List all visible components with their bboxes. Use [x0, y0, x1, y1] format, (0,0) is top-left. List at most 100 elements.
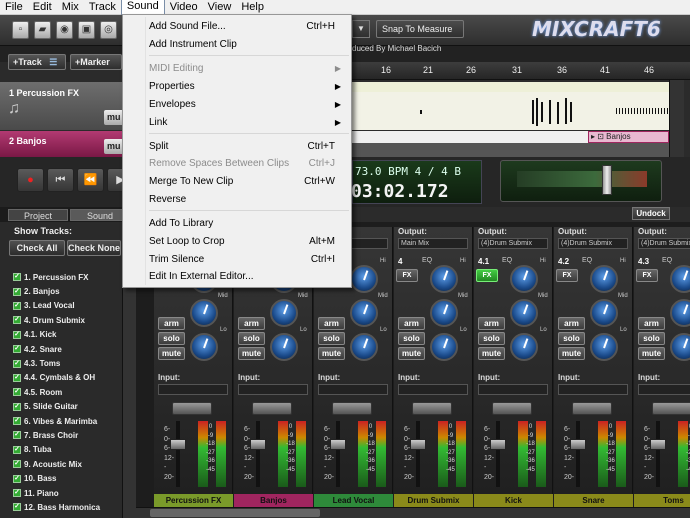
- new-project-icon[interactable]: ▫: [12, 21, 29, 39]
- fader-handle[interactable]: [250, 439, 266, 450]
- solo-button[interactable]: solo: [558, 332, 585, 345]
- list-item[interactable]: ✓ 11. Piano: [13, 486, 122, 500]
- menu-view[interactable]: View: [203, 0, 237, 15]
- solo-button[interactable]: solo: [478, 332, 505, 345]
- output-select[interactable]: (4)Drum Submix: [638, 238, 690, 249]
- input-select[interactable]: [398, 384, 468, 395]
- checkbox-icon[interactable]: ✓: [13, 301, 21, 310]
- go-to-start-button[interactable]: ⏮: [47, 168, 74, 192]
- mute-button[interactable]: mute: [558, 347, 585, 360]
- list-item[interactable]: ✓ 2. Banjos: [13, 284, 122, 298]
- snap-toggle-icon[interactable]: ▼: [352, 20, 370, 38]
- arm-button[interactable]: arm: [318, 317, 345, 330]
- menu-item[interactable]: Set Loop to Crop Alt+M: [149, 233, 349, 250]
- pan-slider[interactable]: [172, 402, 212, 415]
- tab-project[interactable]: Project: [8, 209, 68, 221]
- arm-button[interactable]: arm: [238, 317, 265, 330]
- pan-slider[interactable]: [652, 402, 690, 415]
- list-item[interactable]: ✓ 7. Brass Choir: [13, 428, 122, 442]
- eq-mid-knob[interactable]: [590, 299, 618, 327]
- menu-video[interactable]: Video: [165, 0, 203, 15]
- list-item[interactable]: ✓ 5. Slide Guitar: [13, 400, 122, 414]
- input-select[interactable]: [318, 384, 388, 395]
- fader-handle[interactable]: [410, 439, 426, 450]
- eq-hi-knob[interactable]: [350, 265, 378, 293]
- fx-button[interactable]: FX: [476, 269, 498, 282]
- menu-track[interactable]: Track: [84, 0, 121, 15]
- output-select[interactable]: (4)Drum Submix: [478, 238, 548, 249]
- output-select[interactable]: (4)Drum Submix: [558, 238, 628, 249]
- checkbox-icon[interactable]: ✓: [13, 489, 21, 498]
- fx-button[interactable]: FX: [636, 269, 658, 282]
- arm-button[interactable]: arm: [478, 317, 505, 330]
- checkbox-icon[interactable]: ✓: [13, 359, 21, 368]
- checkbox-icon[interactable]: ✓: [13, 402, 21, 411]
- menu-item[interactable]: Properties ▶: [149, 78, 349, 95]
- eq-lo-knob[interactable]: [190, 333, 218, 361]
- arm-button[interactable]: arm: [158, 317, 185, 330]
- eq-lo-knob[interactable]: [590, 333, 618, 361]
- arm-button[interactable]: arm: [558, 317, 585, 330]
- eq-mid-knob[interactable]: [510, 299, 538, 327]
- check-all-button[interactable]: Check All: [9, 240, 65, 256]
- eq-mid-knob[interactable]: [430, 299, 458, 327]
- checkbox-icon[interactable]: ✓: [13, 431, 21, 440]
- mute-button[interactable]: mute: [158, 347, 185, 360]
- open-folder-icon[interactable]: ▰: [34, 21, 51, 39]
- eq-lo-knob[interactable]: [270, 333, 298, 361]
- pan-slider[interactable]: [332, 402, 372, 415]
- checkbox-icon[interactable]: ✓: [13, 474, 21, 483]
- eq-lo-knob[interactable]: [670, 333, 690, 361]
- eq-lo-knob[interactable]: [510, 333, 538, 361]
- fader-handle[interactable]: [650, 439, 666, 450]
- save-icon[interactable]: ▣: [78, 21, 95, 39]
- list-item[interactable]: ✓ 8. Tuba: [13, 443, 122, 457]
- mixer-horizontal-scrollbar[interactable]: [136, 507, 690, 518]
- solo-button[interactable]: solo: [638, 332, 665, 345]
- track-lane-percussion[interactable]: [352, 82, 669, 130]
- scrollbar-thumb[interactable]: [150, 509, 320, 517]
- menu-file[interactable]: File: [0, 0, 28, 15]
- menu-item[interactable]: Envelopes ▶: [149, 96, 349, 113]
- eq-lo-knob[interactable]: [430, 333, 458, 361]
- mute-button[interactable]: mute: [398, 347, 425, 360]
- pan-slider[interactable]: [572, 402, 612, 415]
- eq-mid-knob[interactable]: [190, 299, 218, 327]
- pan-slider[interactable]: [492, 402, 532, 415]
- record-button[interactable]: ●: [17, 168, 44, 192]
- list-item[interactable]: ✓ 4. Drum Submix: [13, 313, 122, 327]
- eq-hi-knob[interactable]: [590, 265, 618, 293]
- add-track-button[interactable]: +Track ☰: [8, 54, 66, 70]
- solo-button[interactable]: solo: [398, 332, 425, 345]
- list-item[interactable]: ✓ 4.3. Toms: [13, 356, 122, 370]
- checkbox-icon[interactable]: ✓: [13, 373, 21, 382]
- checkbox-icon[interactable]: ✓: [13, 345, 21, 354]
- burn-cd-icon[interactable]: ◎: [100, 21, 117, 39]
- list-item[interactable]: ✓ 1. Percussion FX: [13, 270, 122, 284]
- mute-button[interactable]: mute: [638, 347, 665, 360]
- mute-button[interactable]: mute: [318, 347, 345, 360]
- menu-mix[interactable]: Mix: [57, 0, 84, 15]
- input-select[interactable]: [638, 384, 690, 395]
- eq-mid-knob[interactable]: [350, 299, 378, 327]
- timeline-ruler[interactable]: 16 21 26 31 36 41 46: [352, 62, 690, 80]
- list-item[interactable]: ✓ 12. Bass Harmonica: [13, 500, 122, 514]
- fader-handle[interactable]: [330, 439, 346, 450]
- eq-hi-knob[interactable]: [510, 265, 538, 293]
- fader-handle[interactable]: [490, 439, 506, 450]
- cd-import-icon[interactable]: ◉: [56, 21, 73, 39]
- menu-item[interactable]: Split Ctrl+T: [149, 138, 349, 155]
- eq-mid-knob[interactable]: [670, 299, 690, 327]
- list-item[interactable]: ✓ 6. Vibes & Marimba: [13, 414, 122, 428]
- track-lane-banjos[interactable]: ▸ ⊡ Banjos: [352, 131, 669, 143]
- menu-edit[interactable]: Edit: [28, 0, 57, 15]
- eq-lo-knob[interactable]: [350, 333, 378, 361]
- fader-handle[interactable]: [170, 439, 186, 450]
- menu-item[interactable]: Add Sound File... Ctrl+H: [149, 18, 349, 35]
- input-select[interactable]: [158, 384, 228, 395]
- list-item[interactable]: ✓ 4.1. Kick: [13, 328, 122, 342]
- list-item[interactable]: ✓ 3. Lead Vocal: [13, 299, 122, 313]
- snap-select[interactable]: Snap To Measure: [376, 20, 464, 38]
- eq-mid-knob[interactable]: [270, 299, 298, 327]
- checkbox-icon[interactable]: ✓: [13, 287, 21, 296]
